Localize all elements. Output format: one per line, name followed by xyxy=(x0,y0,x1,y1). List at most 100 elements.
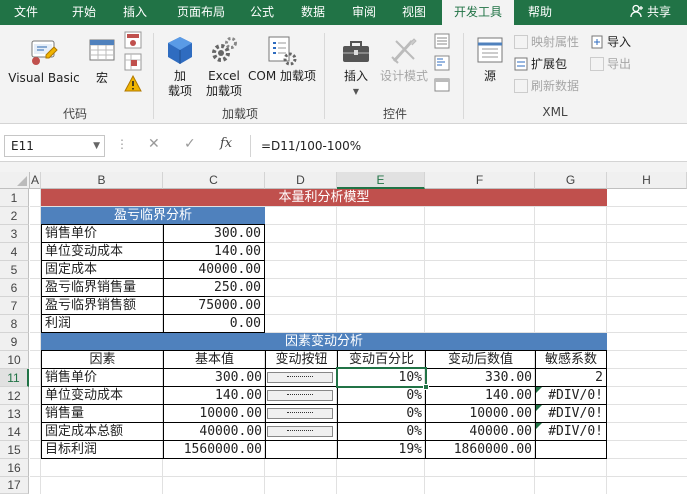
factor-name[interactable]: 销售量 xyxy=(41,404,164,423)
scrollbar-thumb[interactable] xyxy=(287,394,313,397)
column-header-e[interactable]: E xyxy=(337,172,425,189)
scrollbar-thumb[interactable] xyxy=(287,430,313,433)
view-code-icon[interactable] xyxy=(434,55,450,71)
factor-after[interactable]: 10000.00 xyxy=(425,404,536,423)
row-header-1[interactable]: 1 xyxy=(0,189,29,207)
factor-percent[interactable]: 0% xyxy=(337,422,426,441)
design-mode-button[interactable]: 设计模式 xyxy=(378,35,430,84)
factor-name[interactable]: 固定成本总额 xyxy=(41,422,164,441)
factor-name[interactable]: 单位变动成本 xyxy=(41,386,164,405)
scrollbar-control[interactable] xyxy=(267,390,333,401)
error-indicator-icon[interactable] xyxy=(536,423,542,429)
factor-percent[interactable]: 0% xyxy=(337,386,426,405)
factor-name[interactable]: 目标利润 xyxy=(41,440,164,459)
column-header-f[interactable]: F xyxy=(425,172,535,189)
column-header-h[interactable]: H xyxy=(607,172,687,189)
column-header-g[interactable]: G xyxy=(535,172,607,189)
row-header-17[interactable]: 17 xyxy=(0,477,29,494)
breakeven-label-fixed-cost[interactable]: 固定成本 xyxy=(41,260,164,279)
tab-page-layout[interactable]: 页面布局 xyxy=(168,0,234,25)
addins-button[interactable]: 加 载项 xyxy=(160,35,200,99)
factor-base[interactable]: 40000.00 xyxy=(163,422,266,441)
error-indicator-icon[interactable] xyxy=(536,387,542,393)
tab-file[interactable]: 文件 xyxy=(4,0,48,25)
factor-after[interactable]: 40000.00 xyxy=(425,422,536,441)
factor-sensitivity[interactable]: #DIV/0! xyxy=(535,386,607,405)
tab-help[interactable]: 帮助 xyxy=(518,0,562,25)
map-properties-button[interactable]: 映射属性 xyxy=(514,33,579,51)
factor-base[interactable]: 300.00 xyxy=(163,368,266,387)
breakeven-value-sales[interactable]: 75000.00 xyxy=(163,296,265,315)
breakeven-value-unit-cost[interactable]: 140.00 xyxy=(163,242,265,261)
tab-insert[interactable]: 插入 xyxy=(113,0,157,25)
scrollbar-control[interactable] xyxy=(267,408,333,419)
fill-handle[interactable] xyxy=(423,384,429,390)
select-all-corner[interactable] xyxy=(0,172,30,189)
tab-formulas[interactable]: 公式 xyxy=(240,0,284,25)
breakeven-label-profit[interactable]: 利润 xyxy=(41,314,164,333)
tab-developer[interactable]: 开发工具 xyxy=(442,0,514,25)
row-header-11[interactable]: 11 xyxy=(0,369,29,387)
factor-base[interactable]: 10000.00 xyxy=(163,404,266,423)
row-header-12[interactable]: 12 xyxy=(0,387,29,405)
insert-control-button[interactable]: 插入 ▼ xyxy=(336,35,376,99)
enter-icon[interactable]: ✓ xyxy=(184,136,196,152)
com-addins-button[interactable]: COM 加载项 xyxy=(246,35,318,84)
row-header-2[interactable]: 2 xyxy=(0,207,29,225)
row-header-10[interactable]: 10 xyxy=(0,351,29,369)
tab-data[interactable]: 数据 xyxy=(291,0,335,25)
run-dialog-icon[interactable] xyxy=(434,77,450,93)
xml-source-button[interactable]: 源 xyxy=(470,35,510,84)
macro-security-icon[interactable] xyxy=(124,75,142,93)
factor-after[interactable]: 1860000.00 xyxy=(425,440,536,459)
row-header-14[interactable]: 14 xyxy=(0,423,29,441)
chevron-down-icon[interactable]: ▼ xyxy=(93,136,100,156)
scrollbar-thumb[interactable] xyxy=(287,412,313,415)
breakeven-value-fixed-cost[interactable]: 40000.00 xyxy=(163,260,265,279)
factor-base[interactable]: 140.00 xyxy=(163,386,266,405)
row-header-8[interactable]: 8 xyxy=(0,315,29,333)
tab-view[interactable]: 视图 xyxy=(392,0,436,25)
breakeven-label-unit-cost[interactable]: 单位变动成本 xyxy=(41,242,164,261)
formula-input[interactable]: =D11/100-100% xyxy=(250,135,684,157)
row-header-3[interactable]: 3 xyxy=(0,225,29,243)
factor-base[interactable]: 1560000.00 xyxy=(163,440,266,459)
row-header-4[interactable]: 4 xyxy=(0,243,29,261)
worksheet-grid[interactable]: A B C D E F G H 1 2 3 4 5 6 7 8 9 10 11 … xyxy=(0,172,687,494)
factor-after[interactable]: 330.00 xyxy=(425,368,536,387)
factor-sensitivity[interactable]: #DIV/0! xyxy=(535,422,607,441)
refresh-data-button[interactable]: 刷新数据 xyxy=(514,77,579,95)
breakeven-value-price[interactable]: 300.00 xyxy=(163,224,265,243)
active-cell-e11[interactable] xyxy=(336,367,429,390)
factor-sensitivity[interactable] xyxy=(535,440,607,459)
tab-home[interactable]: 开始 xyxy=(62,0,106,25)
column-header-d[interactable]: D xyxy=(265,172,337,189)
share-button[interactable]: 共享 xyxy=(630,0,671,25)
row-header-6[interactable]: 6 xyxy=(0,279,29,297)
relative-reference-icon[interactable] xyxy=(124,53,142,71)
factor-percent[interactable]: 0% xyxy=(337,404,426,423)
breakeven-label-volume[interactable]: 盈亏临界销售量 xyxy=(41,278,164,297)
factor-name[interactable]: 销售单价 xyxy=(41,368,164,387)
column-header-c[interactable]: C xyxy=(163,172,265,189)
expansion-packs-button[interactable]: 扩展包 xyxy=(514,55,567,73)
tab-review[interactable]: 审阅 xyxy=(342,0,386,25)
import-button[interactable]: 导入 xyxy=(590,33,631,51)
breakeven-value-volume[interactable]: 250.00 xyxy=(163,278,265,297)
scrollbar-control[interactable] xyxy=(267,426,333,437)
scrollbar-thumb[interactable] xyxy=(287,376,313,379)
row-header-5[interactable]: 5 xyxy=(0,261,29,279)
cancel-icon[interactable]: ✕ xyxy=(148,136,160,152)
record-macro-icon[interactable] xyxy=(124,31,142,49)
properties-icon[interactable] xyxy=(434,33,450,49)
error-indicator-icon[interactable] xyxy=(536,405,542,411)
macro-button[interactable]: 宏 xyxy=(84,35,120,86)
row-header-13[interactable]: 13 xyxy=(0,405,29,423)
name-box[interactable]: E11 ▼ xyxy=(4,135,105,157)
factor-sensitivity[interactable]: 2 xyxy=(535,368,607,387)
insert-function-icon[interactable]: fx xyxy=(220,136,232,151)
factor-after[interactable]: 140.00 xyxy=(425,386,536,405)
excel-addins-button[interactable]: Excel 加载项 xyxy=(202,35,246,99)
row-header-15[interactable]: 15 xyxy=(0,441,29,459)
scrollbar-control[interactable] xyxy=(267,372,333,383)
